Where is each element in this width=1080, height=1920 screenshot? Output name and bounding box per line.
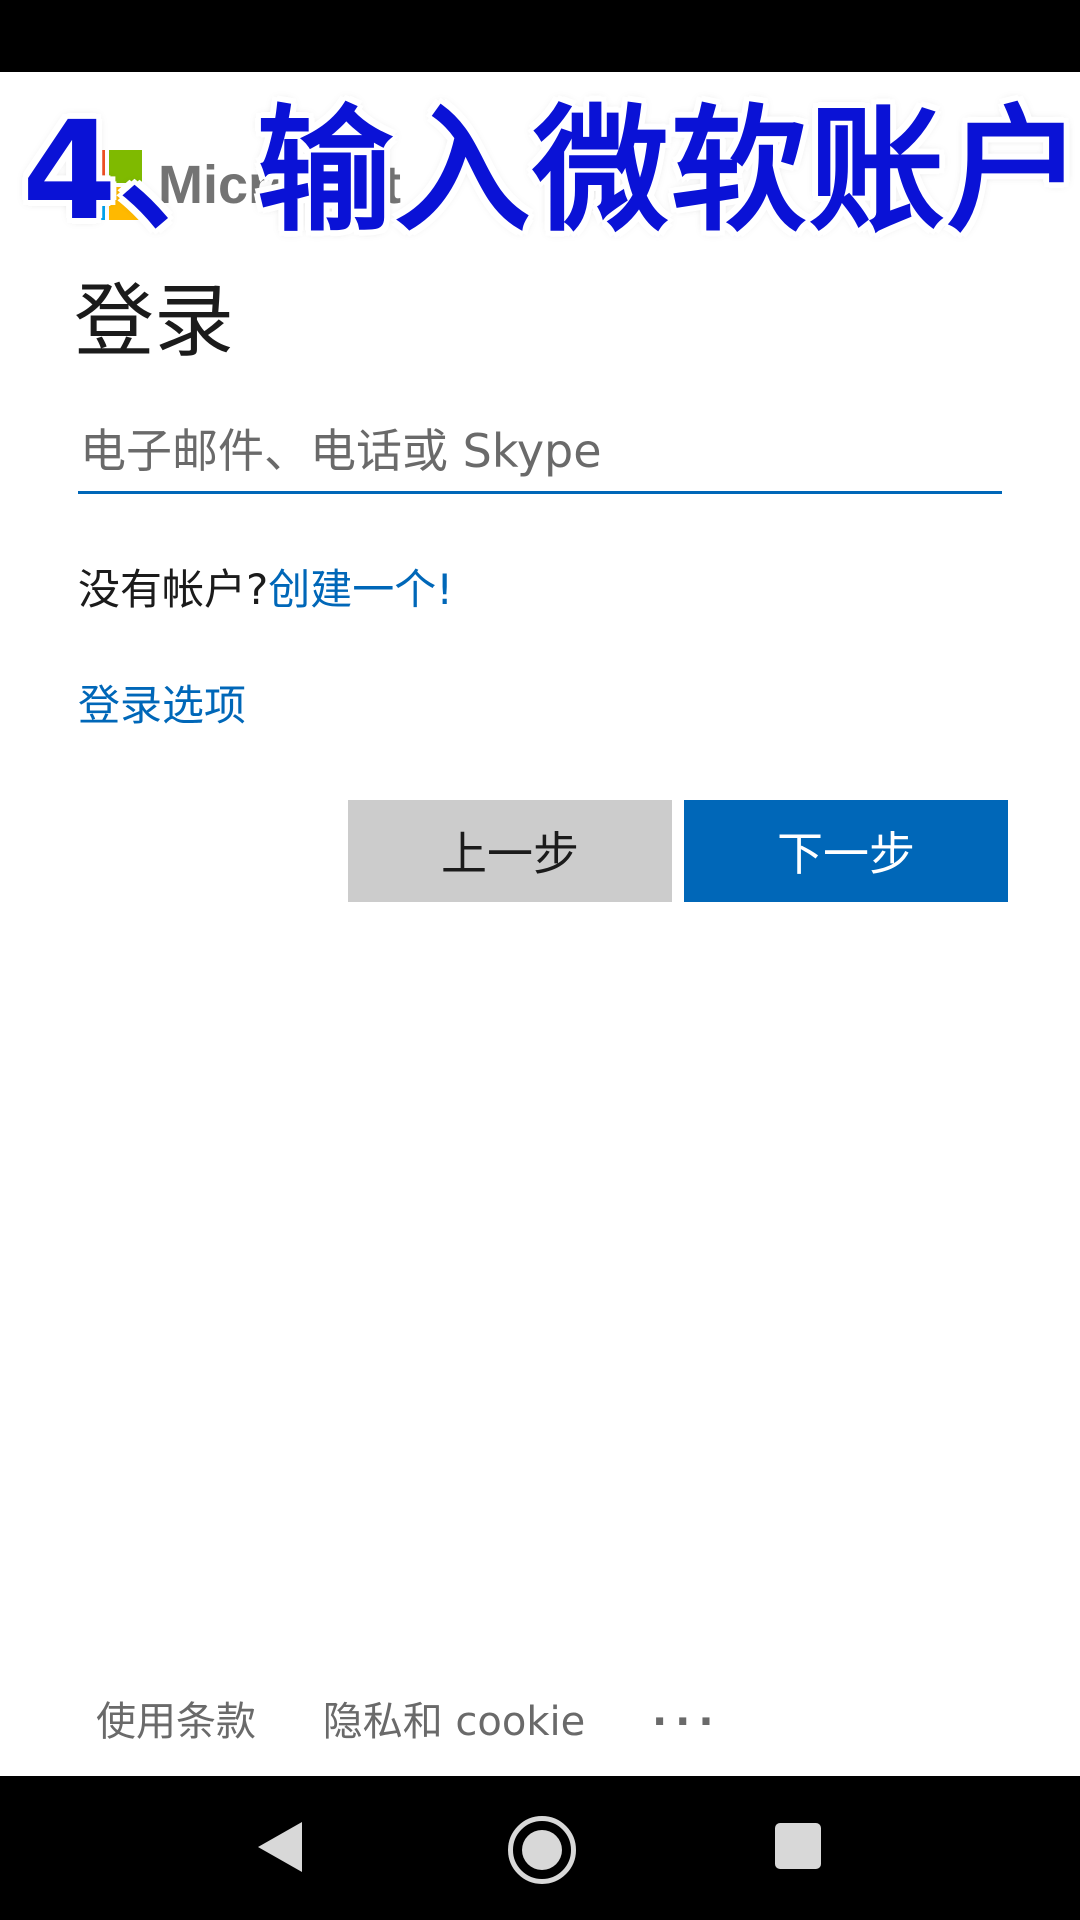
create-account-link[interactable]: 创建一个!	[268, 565, 453, 614]
no-account-label: 没有帐户?	[78, 565, 269, 614]
tutorial-caption-overlay: 4、输入微软账户	[22, 93, 1080, 251]
next-button[interactable]: 下一步	[684, 800, 1008, 902]
more-options-button[interactable]: ···	[652, 1699, 722, 1745]
page-title: 登录	[74, 275, 234, 368]
back-button[interactable]: 上一步	[348, 800, 672, 902]
footer: 使用条款 隐私和 cookie ···	[96, 1692, 776, 1752]
signin-options-link[interactable]: 登录选项	[78, 676, 246, 736]
terms-link[interactable]: 使用条款	[96, 1699, 256, 1745]
privacy-link[interactable]: 隐私和 cookie	[323, 1699, 586, 1745]
no-account-text: 没有帐户?创建一个!	[78, 560, 453, 620]
signin-page: Microsoft 登录 没有帐户?创建一个! 登录选项 上一步 下一步 使用条…	[0, 72, 1080, 1776]
nav-home-icon[interactable]	[508, 1816, 576, 1884]
navigation-bar	[0, 1776, 1080, 1920]
nav-back-icon[interactable]	[258, 1822, 302, 1872]
nav-home-inner	[522, 1830, 562, 1870]
email-field[interactable]	[78, 410, 1002, 494]
nav-recents-icon[interactable]	[775, 1823, 821, 1869]
